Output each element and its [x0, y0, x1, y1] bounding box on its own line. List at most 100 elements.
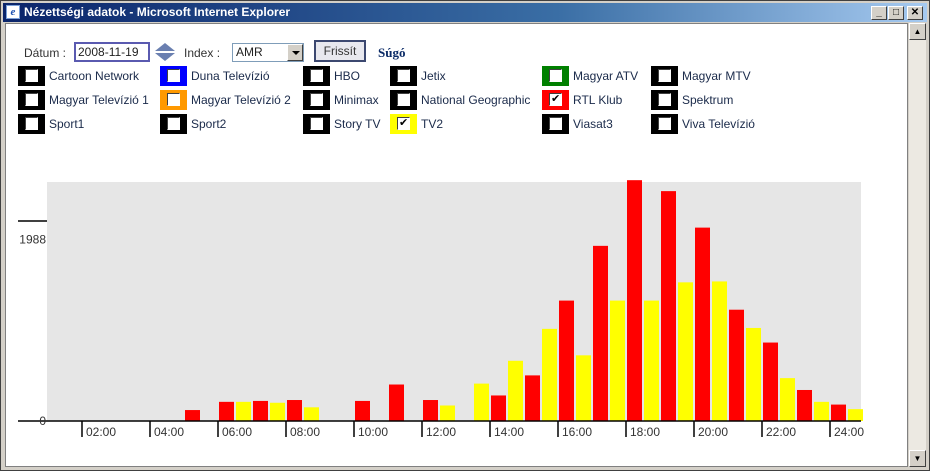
chart-bar [746, 327, 761, 421]
chart-bar [236, 401, 251, 421]
channel-color-swatch[interactable] [651, 114, 678, 134]
channel-checkbox[interactable] [397, 69, 410, 82]
chart-bar [729, 309, 744, 421]
channel-label: Magyar MTV [682, 69, 751, 83]
channel-checkbox[interactable] [549, 92, 562, 106]
scroll-down-icon[interactable]: ▼ [909, 450, 926, 467]
channel-checkbox[interactable] [310, 117, 323, 130]
chart-x-tick-label: 02:00 [86, 425, 116, 439]
window-title: Nézettségi adatok - Microsoft Internet E… [24, 5, 291, 19]
chart-bar [185, 410, 200, 421]
channel-color-swatch[interactable] [651, 90, 678, 110]
chart-bar [695, 227, 710, 421]
channel-checkbox[interactable] [167, 93, 180, 106]
minimize-button[interactable]: _ [871, 6, 887, 20]
channel-checkbox[interactable] [167, 69, 180, 82]
chart-bar [831, 404, 846, 421]
chart-x-tick-label: 06:00 [222, 425, 252, 439]
channel-label: Jetix [421, 69, 446, 83]
chart-bar [814, 401, 829, 421]
date-field[interactable]: 2008-11-19 [74, 42, 150, 62]
channel-checkbox[interactable] [25, 93, 38, 106]
channel-color-swatch[interactable] [542, 66, 569, 86]
chart-bar [253, 400, 268, 421]
maximize-button[interactable]: □ [888, 6, 904, 20]
chart-x-tick-label: 04:00 [154, 425, 184, 439]
chart-x-tick-label: 08:00 [290, 425, 320, 439]
chart-bar [644, 300, 659, 421]
chart-bar [287, 400, 302, 421]
chart-bar [304, 407, 319, 421]
chart-bar [440, 405, 455, 421]
channel-color-swatch[interactable] [390, 66, 417, 86]
channel-color-swatch[interactable] [160, 90, 187, 110]
channel-color-swatch[interactable] [160, 66, 187, 86]
date-stepper[interactable] [154, 43, 176, 61]
chart-bar [780, 378, 795, 421]
date-label: Dátum : [24, 46, 67, 60]
chart-x-tick-label: 12:00 [426, 425, 456, 439]
chart-bar [355, 400, 370, 421]
chart-bar [270, 402, 285, 421]
vertical-scrollbar[interactable]: ▲ ▼ [909, 23, 926, 467]
channel-label: Duna Televízió [191, 69, 270, 83]
chart-bar [491, 395, 506, 421]
chart-bar [610, 300, 625, 421]
scroll-up-icon[interactable]: ▲ [909, 23, 926, 40]
channel-label: Minimax [334, 93, 379, 107]
channel-color-swatch[interactable] [303, 66, 330, 86]
chart-bar [661, 191, 676, 421]
channel-checkbox[interactable] [25, 69, 38, 82]
channel-color-swatch[interactable] [542, 114, 569, 134]
close-button[interactable]: ✕ [907, 6, 923, 20]
chart-x-tick-label: 20:00 [698, 425, 728, 439]
channel-checkbox[interactable] [25, 117, 38, 130]
channel-checkbox[interactable] [549, 69, 562, 82]
chart-x-tick-label: 14:00 [494, 425, 524, 439]
channel-color-swatch[interactable] [18, 66, 45, 86]
channel-label: Magyar Televízió 1 [49, 93, 149, 107]
channel-label: HBO [334, 69, 361, 83]
channel-checkbox[interactable] [310, 69, 323, 82]
chart-bar [525, 375, 540, 421]
channel-label: Viasat3 [573, 117, 613, 131]
channel-checkbox[interactable] [658, 69, 671, 82]
channel-label: Viva Televízió [682, 117, 755, 131]
channel-checkbox[interactable] [397, 93, 410, 106]
title-bar: e Nézettségi adatok - Microsoft Internet… [3, 3, 927, 22]
channel-color-swatch[interactable] [303, 90, 330, 110]
chart-bar [423, 400, 438, 421]
chart-bar [848, 409, 863, 421]
channel-checkbox[interactable] [397, 116, 410, 130]
channel-color-swatch[interactable] [390, 90, 417, 110]
channel-label: Sport2 [191, 117, 227, 131]
channel-color-swatch[interactable] [651, 66, 678, 86]
channel-checkbox[interactable] [167, 117, 180, 130]
refresh-button[interactable]: Frissít [314, 40, 366, 62]
channel-color-swatch[interactable] [303, 114, 330, 134]
channel-label: Magyar Televízió 2 [191, 93, 291, 107]
chart-bar [576, 355, 591, 421]
channel-label: National Geographic [421, 93, 531, 107]
chevron-down-icon[interactable] [287, 44, 303, 61]
channel-color-swatch[interactable] [390, 114, 417, 134]
chart-y-tick-label: 0 [39, 414, 46, 428]
channel-color-swatch[interactable] [160, 114, 187, 134]
channel-color-swatch[interactable] [542, 90, 569, 110]
chart-y-tick-label: 1988 [19, 233, 46, 247]
channel-checkbox[interactable] [658, 117, 671, 130]
chart-bar [508, 360, 523, 421]
channel-checkbox[interactable] [549, 117, 562, 130]
arrow-down-icon[interactable] [155, 53, 175, 61]
channel-color-swatch[interactable] [18, 114, 45, 134]
channel-checkbox[interactable] [310, 93, 323, 106]
channel-color-swatch[interactable] [18, 90, 45, 110]
chart-bar [389, 384, 404, 421]
chart-x-tick-label: 22:00 [766, 425, 796, 439]
index-select[interactable]: AMR [232, 43, 304, 62]
index-label: Index : [184, 46, 221, 60]
chart-bar [712, 281, 727, 421]
arrow-up-icon[interactable] [155, 43, 175, 51]
channel-checkbox[interactable] [658, 93, 671, 106]
help-link[interactable]: Súgó [378, 45, 405, 61]
